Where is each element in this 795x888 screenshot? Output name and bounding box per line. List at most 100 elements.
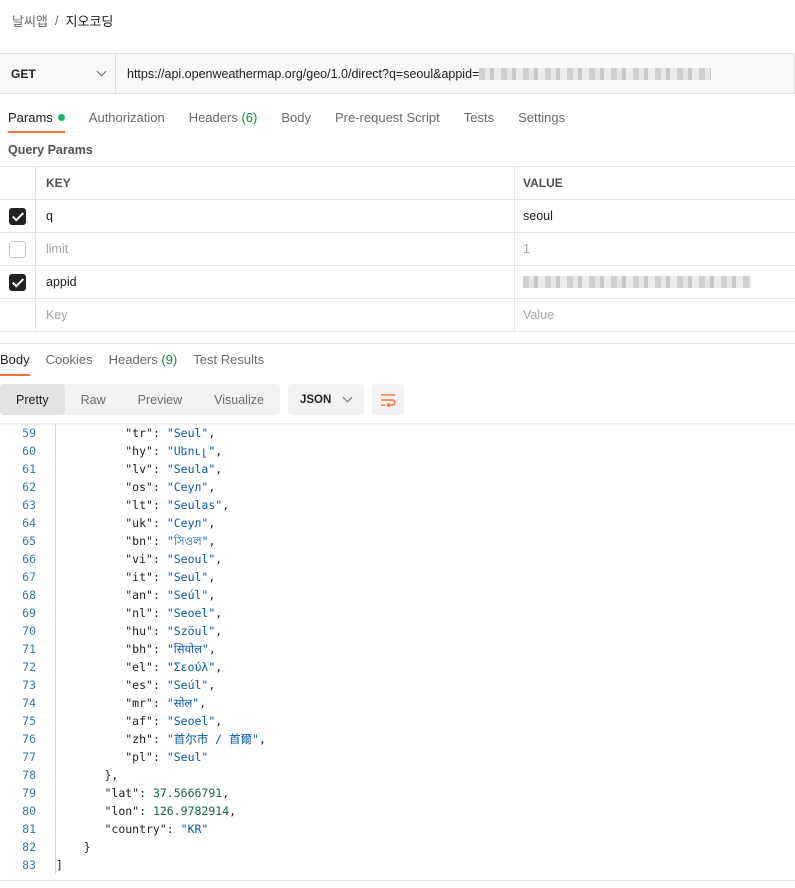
param-value-appid[interactable]	[515, 266, 795, 298]
json-string: "Seul"	[166, 426, 209, 440]
view-visualize-button[interactable]: Visualize	[198, 384, 280, 415]
code-line: 63 "lt": "Seulas",	[0, 496, 795, 514]
code-text: "bn": "সিওল",	[56, 532, 215, 550]
wrap-lines-button[interactable]	[371, 384, 404, 415]
line-number: 83	[22, 858, 36, 872]
fold-gutter	[36, 838, 56, 856]
json-comma: ,	[208, 516, 216, 530]
json-string: "Seul"	[166, 750, 209, 764]
param-appid-checkbox[interactable]	[9, 273, 26, 291]
tab-headers[interactable]: Headers (6)	[189, 104, 258, 133]
code-line: 74 "mr": "सोल",	[0, 694, 795, 712]
param-key-limit[interactable]: limit	[36, 233, 515, 265]
json-colon: :	[139, 804, 153, 818]
code-text: "lat": 37.5666791,	[56, 784, 229, 802]
fold-gutter	[36, 496, 56, 514]
view-mode-group: Pretty Raw Preview Visualize	[0, 384, 280, 415]
column-header-key: KEY	[36, 167, 515, 199]
tab-body[interactable]: Body	[281, 104, 311, 133]
code-line: 80 "lon": 126.9782914,	[0, 802, 795, 820]
format-select[interactable]: JSON	[287, 384, 364, 415]
json-comma: ,	[222, 498, 230, 512]
json-key: "bh"	[125, 642, 153, 656]
json-colon: :	[152, 642, 167, 656]
view-pretty-button[interactable]: Pretty	[0, 384, 65, 415]
view-preview-button[interactable]: Preview	[122, 384, 198, 415]
json-colon: :	[152, 660, 167, 674]
tab-settings[interactable]: Settings	[518, 104, 565, 133]
line-number: 67	[22, 570, 36, 584]
json-string: "Сеул"	[166, 516, 209, 530]
url-bar: GET https://api.openweathermap.org/geo/1…	[0, 53, 795, 94]
fold-gutter	[36, 802, 56, 820]
fold-gutter	[36, 514, 56, 532]
param-limit-checkbox[interactable]	[9, 240, 26, 258]
response-divider[interactable]	[0, 343, 795, 344]
params-active-dot-icon	[57, 114, 65, 121]
json-colon: :	[152, 606, 167, 620]
json-comma: ,	[215, 624, 223, 638]
code-line: 69 "nl": "Seoel",	[0, 604, 795, 622]
json-number: 126.9782914	[152, 804, 230, 818]
fold-gutter	[36, 460, 56, 478]
new-param-value-input[interactable]: Value	[515, 299, 795, 331]
line-number: 68	[22, 588, 36, 602]
line-number: 71	[22, 642, 36, 656]
code-line: 71 "bh": "सियोल",	[0, 640, 795, 658]
url-input[interactable]: https://api.openweathermap.org/geo/1.0/d…	[116, 54, 794, 93]
line-number: 63	[22, 498, 36, 512]
tab-response-body[interactable]: Body	[0, 346, 30, 376]
json-key: "es"	[125, 678, 153, 692]
fold-gutter	[36, 586, 56, 604]
tab-pre-request-script[interactable]: Pre-request Script	[335, 104, 440, 133]
bottom-divider	[0, 880, 795, 881]
response-headers-count: (9)	[161, 352, 178, 367]
fold-gutter	[36, 748, 56, 766]
param-key-appid[interactable]: appid	[36, 266, 515, 298]
code-text: "country": "KR"	[56, 820, 208, 838]
tab-authorization[interactable]: Authorization	[89, 104, 165, 133]
table-row: appid	[0, 266, 795, 299]
json-string: "Seoul"	[166, 552, 216, 566]
param-value-limit[interactable]: 1	[515, 233, 795, 265]
line-number: 66	[22, 552, 36, 566]
fold-gutter	[36, 604, 56, 622]
json-string: "首尔市 / 首爾"	[166, 732, 259, 746]
param-q-checkbox[interactable]	[9, 207, 26, 225]
param-key-q[interactable]: q	[36, 200, 515, 232]
method-select[interactable]: GET	[0, 54, 116, 93]
code-line: 81 "country": "KR"	[0, 820, 795, 838]
tab-tests[interactable]: Tests	[464, 104, 494, 133]
headers-count: (6)	[241, 110, 258, 125]
new-param-key-input[interactable]: Key	[36, 299, 515, 331]
json-key: "lon"	[104, 804, 140, 818]
fold-gutter	[36, 712, 56, 730]
breadcrumb-collection[interactable]: 날씨앱	[12, 11, 48, 30]
code-line: 77 "pl": "Seul"	[0, 748, 795, 766]
json-key: "os"	[125, 480, 153, 494]
json-comma: ,	[208, 642, 216, 656]
param-value-q[interactable]: seoul	[515, 200, 795, 232]
line-number: 61	[22, 462, 36, 476]
code-line: 72 "el": "Σεούλ",	[0, 658, 795, 676]
line-number: 81	[22, 822, 36, 836]
tab-response-headers[interactable]: Headers (9)	[109, 346, 178, 376]
json-comma: ,	[215, 606, 223, 620]
line-number: 72	[22, 660, 36, 674]
tab-test-results[interactable]: Test Results	[193, 346, 264, 376]
fold-gutter	[36, 532, 56, 550]
request-name[interactable]: 지오코딩	[66, 11, 114, 30]
view-raw-button[interactable]: Raw	[65, 384, 122, 415]
json-key: "country"	[104, 822, 167, 836]
json-key: "bn"	[125, 534, 153, 548]
tab-params[interactable]: Params	[8, 104, 65, 133]
response-body-editor[interactable]: 59 "tr": "Seul", 60 "hy": "Սեուլ", 61 "lv"…	[0, 424, 795, 874]
json-string: "সিওল"	[166, 534, 209, 548]
json-comma: ,	[215, 462, 223, 476]
code-text: "lv": "Seula",	[56, 460, 222, 478]
tab-response-cookies[interactable]: Cookies	[46, 346, 93, 376]
code-text: },	[56, 766, 118, 784]
json-colon: :	[152, 624, 167, 638]
json-comma: ,	[215, 660, 223, 674]
redacted-api-key	[479, 67, 712, 80]
